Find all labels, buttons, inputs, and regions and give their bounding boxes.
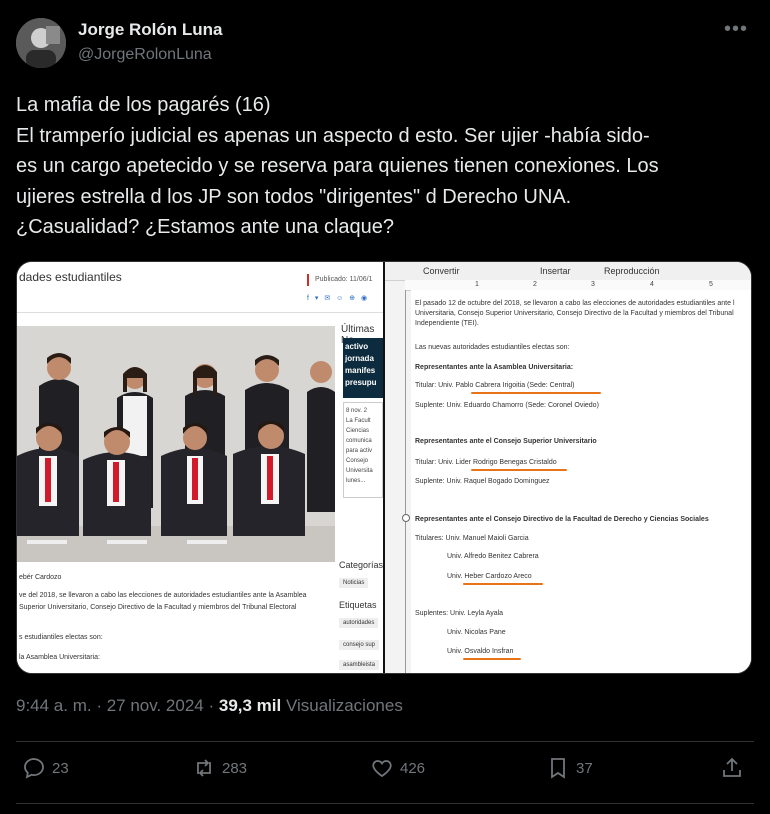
repost-button[interactable]: 283 bbox=[192, 756, 247, 780]
news-teaser[interactable]: activo jornada manifes presupu bbox=[343, 338, 383, 398]
news-date: 8 nov. 2 bbox=[346, 408, 367, 414]
doc-line: Univ. Alfredo Benitez Cabrera bbox=[447, 553, 539, 560]
heart-icon bbox=[372, 760, 392, 778]
news-line: para activ bbox=[346, 448, 373, 454]
tweet-meta: 9:44 a. m. · 27 nov. 2024 · 39,3 mil Vis… bbox=[16, 696, 403, 716]
menu-reproduccion[interactable]: Reproducción bbox=[604, 266, 660, 276]
tweet-header: Jorge Rolón Luna @JorgeRolonLuna ••• bbox=[16, 16, 754, 72]
group-photo bbox=[17, 326, 335, 562]
news-line: Ciencias bbox=[346, 428, 370, 434]
doc-heading: Representantes ante la Asamblea Universi… bbox=[415, 364, 574, 371]
teaser-line: activo bbox=[345, 342, 369, 351]
bookmark-count: 37 bbox=[576, 759, 593, 777]
ruler-mark: 5 bbox=[709, 281, 713, 288]
tweet-text: La mafia de los pagarés (16) El tramperí… bbox=[16, 90, 756, 243]
news-line: Consejo bbox=[346, 458, 369, 464]
doc-line: Suplente: Univ. Eduardo Chamorro (Sede: … bbox=[415, 402, 599, 409]
share-button[interactable] bbox=[720, 756, 744, 780]
tag-news[interactable]: Noticias bbox=[339, 578, 369, 588]
margin-handle[interactable] bbox=[402, 514, 410, 522]
reply-button[interactable]: 23 bbox=[22, 756, 69, 780]
doc-heading: Representantes ante el Consejo Superior … bbox=[415, 438, 597, 445]
action-bar: 23 283 426 37 bbox=[16, 756, 754, 790]
doc-line: Titulares: Univ. Manuel Maioli Garcia bbox=[415, 535, 529, 542]
divider bbox=[16, 803, 754, 804]
repost-count: 283 bbox=[222, 759, 248, 777]
doc-menubar: Convertir Insertar Reproducción bbox=[385, 262, 751, 281]
menu-convertir[interactable]: Convertir bbox=[423, 266, 460, 276]
bookmark-icon bbox=[551, 758, 565, 779]
media-image-news-page[interactable]: dades estudiantiles Publicado: 11/06/1 f… bbox=[17, 262, 383, 673]
doc-line: Univ. Heber Cardozo Areco bbox=[447, 573, 532, 580]
article-line: ebér Cardozo bbox=[19, 574, 62, 581]
article-line: la Asamblea Universitaria: bbox=[19, 654, 100, 661]
doc-line: Suplentes: Univ. Leyla Ayala bbox=[415, 610, 504, 617]
tag[interactable]: asambleista bbox=[339, 660, 380, 670]
tweet-line: es un cargo apetecido y se reserva para … bbox=[16, 155, 659, 177]
tweet-line: El tramperío judicial es apenas un aspec… bbox=[16, 124, 650, 147]
doc-line: Universitaria, Consejo Superior Universi… bbox=[415, 310, 734, 317]
views-count: 39,3 mil bbox=[218, 696, 282, 715]
divider bbox=[16, 741, 754, 742]
categories-label: Categorías bbox=[339, 560, 383, 570]
article-line: Superior Universitario, Consejo Directiv… bbox=[19, 604, 297, 611]
more-options-icon[interactable]: ••• bbox=[724, 18, 748, 41]
doc-line: Suplente: Univ. Raquel Bogado Dominguez bbox=[415, 478, 550, 485]
author-handle[interactable]: @JorgeRolonLuna bbox=[78, 46, 212, 64]
tweet-line: La mafia de los pagarés (16) bbox=[16, 94, 271, 116]
doc-line: Las nuevas autoridades estudiantiles ele… bbox=[415, 344, 570, 351]
tweet-line: ujieres estrella d los JP son todos "dir… bbox=[16, 185, 572, 208]
tag[interactable]: autoridades bbox=[339, 618, 379, 628]
repost-icon bbox=[197, 759, 211, 777]
reply-icon bbox=[24, 758, 44, 779]
published-date: Publicado: 11/06/1 bbox=[315, 276, 373, 283]
red-marker bbox=[307, 274, 309, 286]
doc-line: Titular: Univ. Pablo Cabrera Irigoitia (… bbox=[415, 382, 575, 389]
article-line: s estudiantiles electas son: bbox=[19, 634, 103, 641]
news-card[interactable]: 8 nov. 2 La Facult Ciencias comunica par… bbox=[343, 402, 383, 498]
news-heading: dades estudiantiles bbox=[19, 270, 122, 284]
news-line: La Facult bbox=[346, 418, 371, 424]
article-line: ve del 2018, se llevaron a cabo las elec… bbox=[19, 592, 307, 599]
news-line: comunica bbox=[346, 438, 372, 444]
doc-line: Titular: Univ. Lider Rodrigo Benegas Cri… bbox=[415, 459, 557, 466]
doc-line: Independiente (TEI). bbox=[415, 320, 479, 327]
media-image-document[interactable]: Convertir Insertar Reproducción 1 2 3 4 … bbox=[385, 262, 751, 673]
doc-line: Univ. Osvaldo Insfran bbox=[447, 648, 514, 655]
ruler-mark: 4 bbox=[650, 281, 654, 288]
teaser-line: jornada bbox=[345, 354, 374, 363]
tag[interactable]: consejo sup bbox=[339, 640, 380, 650]
author-name[interactable]: Jorge Rolón Luna bbox=[78, 20, 223, 40]
reply-count: 23 bbox=[52, 759, 69, 777]
divider bbox=[17, 312, 383, 313]
share-icons: f ▾ ✉ ☺ ⊕ ◉ bbox=[307, 295, 370, 302]
doc-margin-line bbox=[405, 290, 406, 673]
like-button[interactable]: 426 bbox=[370, 756, 425, 780]
avatar[interactable] bbox=[16, 18, 66, 68]
highlight-underline bbox=[471, 392, 601, 394]
ruler-mark: 2 bbox=[533, 281, 537, 288]
tweet-line: ¿Casualidad? ¿Estamos ante una claque? bbox=[16, 216, 395, 238]
share-icon bbox=[723, 757, 741, 777]
ruler-mark: 3 bbox=[591, 281, 595, 288]
bookmark-button[interactable]: 37 bbox=[546, 756, 593, 780]
menu-insertar[interactable]: Insertar bbox=[540, 266, 571, 276]
timestamp[interactable]: 9:44 a. m. · 27 nov. 2024 · bbox=[16, 696, 219, 715]
doc-line: Univ. Nicolas Pane bbox=[447, 629, 506, 636]
views-label: Visualizaciones bbox=[281, 696, 403, 715]
highlight-underline bbox=[471, 469, 567, 471]
doc-line: El pasado 12 de octubre del 2018, se lle… bbox=[415, 300, 735, 307]
news-line: lunes... bbox=[346, 478, 366, 484]
teaser-line: presupu bbox=[345, 378, 377, 387]
ruler-mark: 1 bbox=[475, 281, 479, 288]
like-count: 426 bbox=[400, 759, 426, 777]
tags-label: Etiquetas bbox=[339, 600, 377, 610]
doc-heading: Representantes ante el Consejo Directivo… bbox=[415, 516, 709, 523]
teaser-line: manifes bbox=[345, 366, 376, 375]
highlight-underline bbox=[463, 658, 521, 660]
tweet-media[interactable]: dades estudiantiles Publicado: 11/06/1 f… bbox=[16, 261, 752, 674]
highlight-underline bbox=[463, 583, 543, 585]
news-line: Universita bbox=[346, 468, 373, 474]
